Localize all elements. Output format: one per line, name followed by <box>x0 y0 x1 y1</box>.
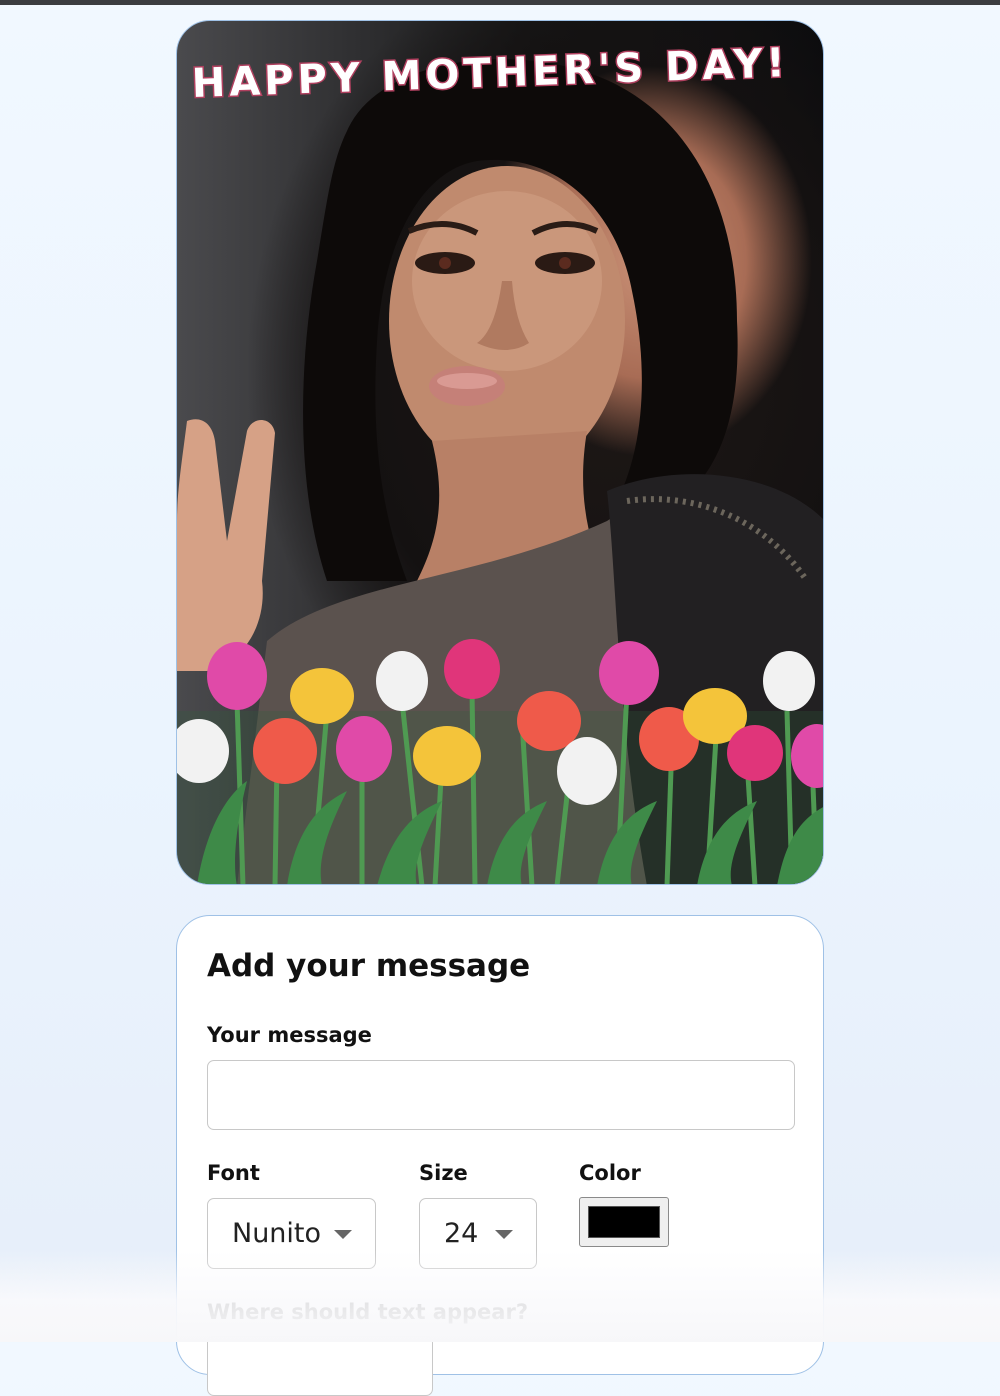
card-photo <box>177 59 823 884</box>
message-label: Your message <box>207 1023 372 1047</box>
font-label: Font <box>207 1161 260 1185</box>
size-select[interactable]: 24 <box>419 1198 537 1269</box>
message-panel: Add your message Your message Font Nunit… <box>176 915 824 1396</box>
panel-title: Add your message <box>207 948 531 984</box>
chevron-down-icon <box>334 1230 352 1239</box>
font-select-value: Nunito <box>232 1218 322 1249</box>
chevron-down-icon <box>495 1230 513 1239</box>
message-input[interactable] <box>207 1060 795 1130</box>
color-swatch <box>588 1206 660 1238</box>
color-label: Color <box>579 1161 641 1185</box>
color-picker[interactable] <box>579 1197 669 1247</box>
browser-top-edge <box>0 0 1000 5</box>
size-label: Size <box>419 1161 468 1185</box>
hand-shape <box>177 419 275 671</box>
size-select-value: 24 <box>444 1218 479 1249</box>
card-preview: HAPPY MOTHER'S DAY! <box>176 20 824 885</box>
font-select[interactable]: Nunito <box>207 1198 376 1269</box>
position-select[interactable] <box>207 1336 433 1396</box>
position-label: Where should text appear? <box>207 1300 528 1324</box>
